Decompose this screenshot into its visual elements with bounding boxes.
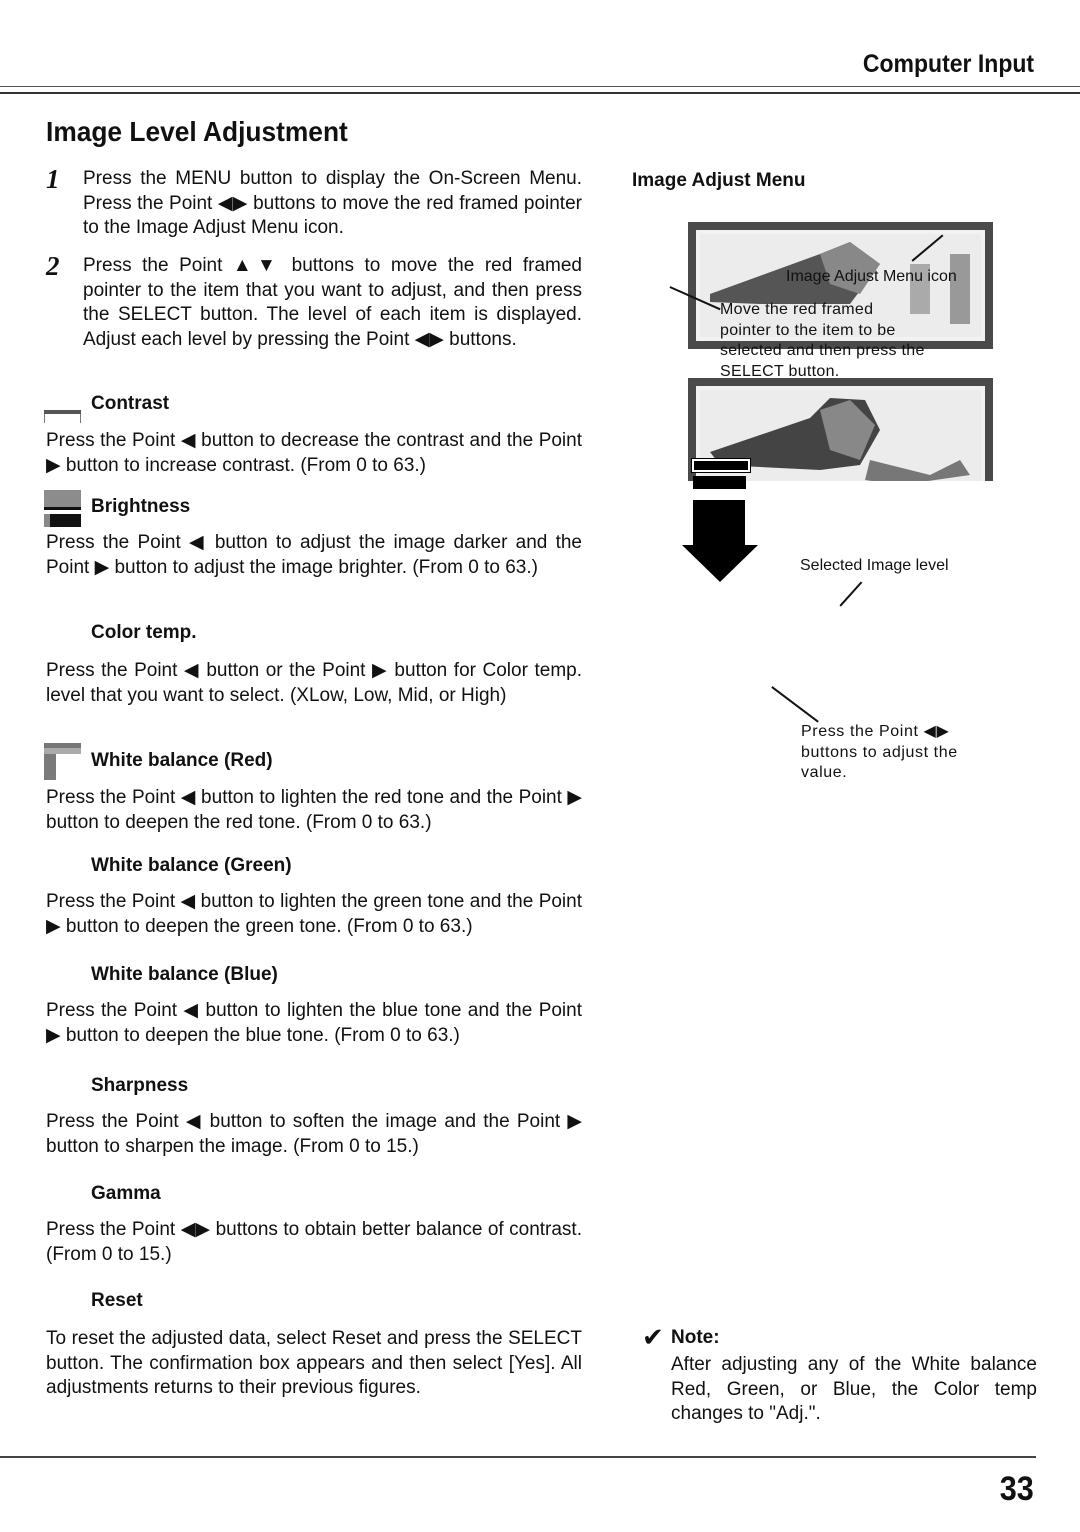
item-title-wb-red: White balance (Red) <box>91 750 273 771</box>
callout-move-pointer: Move the red framed pointer to the item … <box>720 301 925 380</box>
leader-line-press-point <box>771 686 819 723</box>
header-rule-thick <box>0 92 1080 94</box>
down-arrow-icon <box>682 500 758 582</box>
white-balance-red-icon <box>44 743 81 780</box>
step-text: Press the MENU button to display the On-… <box>83 168 582 238</box>
item-text-gamma: Press the Point ◀▶ buttons to obtain bet… <box>46 1219 582 1265</box>
item-title-wb-green: White balance (Green) <box>91 855 292 876</box>
item-title-gamma: Gamma <box>91 1183 161 1204</box>
item-text-wb-blue: Press the Point ◀ button to lighten the … <box>46 1000 582 1046</box>
callout-press-point: Press the Point ◀▶ buttons to adjust the… <box>801 723 958 781</box>
page-number: 33 <box>999 1470 1034 1508</box>
brightness-icon <box>44 490 81 527</box>
contrast-icon <box>44 410 81 424</box>
checkmark-icon: ✔ <box>642 1322 664 1352</box>
item-title-brightness: Brightness <box>91 496 191 517</box>
item-title-color-temp: Color temp. <box>91 622 197 643</box>
leader-line-selected-level <box>839 581 862 607</box>
header-rule <box>0 86 1080 87</box>
item-text-wb-green: Press the Point ◀ button to lighten the … <box>46 891 582 937</box>
callout-menu-icon: Image Adjust Menu icon <box>786 268 957 285</box>
item-text-contrast: Press the Point ◀ button to decrease the… <box>46 430 582 476</box>
item-title-reset: Reset <box>91 1290 143 1311</box>
step-1: 1 Press the MENU button to display the O… <box>46 164 582 241</box>
level-bar-top <box>691 458 751 473</box>
step-number: 1 <box>46 164 60 194</box>
note-text: After adjusting any of the White balance… <box>671 1354 1037 1424</box>
figure-title: Image Adjust Menu <box>632 170 806 191</box>
page-title: Image Level Adjustment <box>46 116 348 147</box>
item-text-brightness: Press the Point ◀ button to adjust the i… <box>46 532 582 578</box>
note-label: Note: <box>671 1327 720 1348</box>
footer-rule <box>0 1456 1036 1458</box>
step-number: 2 <box>46 251 60 281</box>
level-bar-bottom <box>693 476 746 489</box>
callout-selected-level: Selected Image level <box>800 557 949 574</box>
item-text-wb-red: Press the Point ◀ button to lighten the … <box>46 787 582 833</box>
item-text-reset: To reset the adjusted data, select Reset… <box>46 1328 582 1398</box>
item-text-color-temp: Press the Point ◀ button or the Point ▶ … <box>46 660 582 706</box>
item-title-contrast: Contrast <box>91 393 170 414</box>
item-title-wb-blue: White balance (Blue) <box>91 964 278 985</box>
step-text: Press the Point ▲▼ buttons to move the r… <box>83 255 582 350</box>
item-text-sharpness: Press the Point ◀ button to soften the i… <box>46 1111 582 1157</box>
step-2: 2 Press the Point ▲▼ buttons to move the… <box>46 251 582 352</box>
section-header: Computer Input <box>862 50 1034 78</box>
item-title-sharpness: Sharpness <box>91 1075 189 1096</box>
